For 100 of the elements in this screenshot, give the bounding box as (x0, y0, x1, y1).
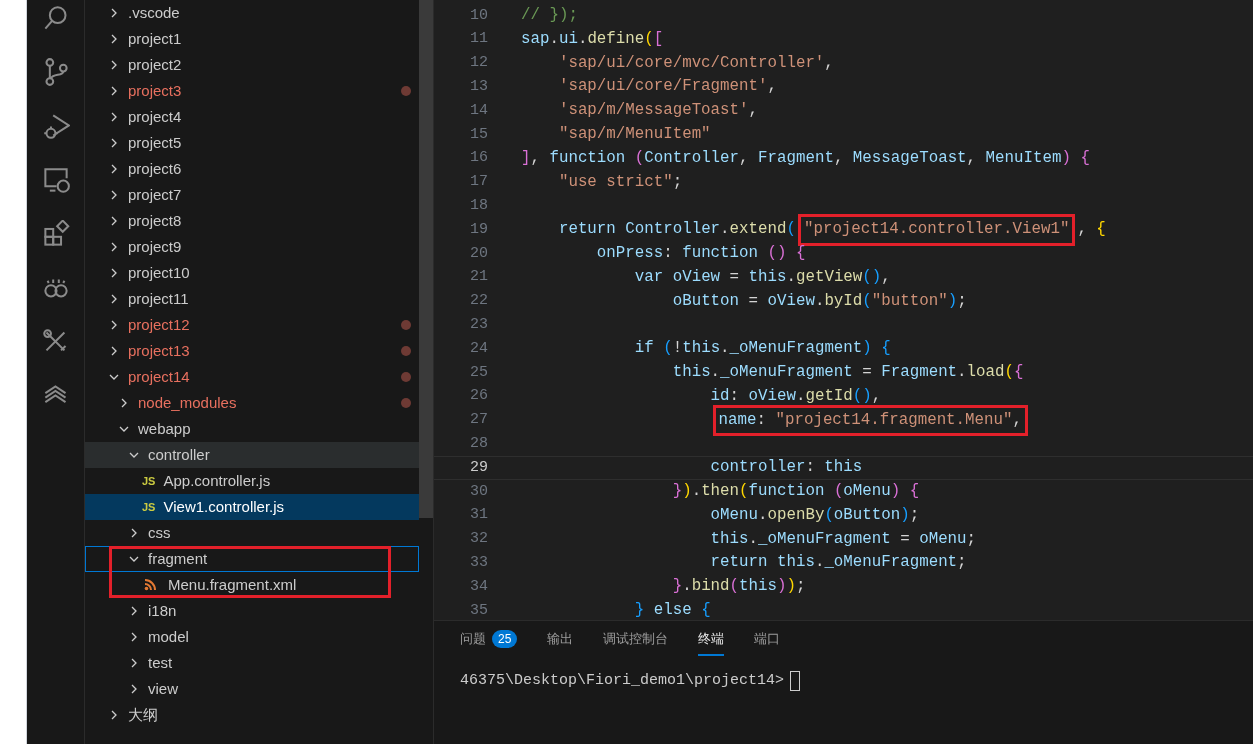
tree-item-label: project3 (128, 80, 182, 101)
panel-tab[interactable]: 问题 25 (460, 629, 518, 656)
folder-row[interactable]: node_modules (85, 390, 419, 416)
code-line: "use strict"; (557, 171, 683, 193)
folder-row[interactable]: project6 (85, 156, 419, 182)
line-number: 20 (469, 243, 488, 264)
folder-row[interactable]: project13 (85, 338, 419, 364)
line-number: 15 (469, 124, 488, 145)
code-line: }).then(function (oMenu) { (671, 481, 920, 502)
remote-explorer-icon[interactable] (41, 166, 70, 194)
folder-row[interactable]: i18n (85, 598, 419, 624)
code-line: var oView = this.getView(), (633, 266, 891, 288)
folder-row[interactable]: view (85, 676, 419, 702)
code-line: ], function (Controller, Fragment, MessageToast, MenuItem) { (521, 147, 1090, 169)
line-number: 26 (469, 386, 488, 407)
tree-item-label: i18n (148, 600, 177, 621)
code-line: oMenu.openBy(oButton); (709, 504, 920, 526)
line-number: 35 (469, 600, 488, 620)
extensions-icon[interactable] (41, 220, 70, 248)
line-number: 27 (469, 410, 488, 431)
code-line: 'sap/ui/core/Fragment', (557, 76, 777, 98)
panel-tab[interactable]: 输出 (547, 629, 574, 656)
tree-item-label: project10 (128, 262, 190, 283)
folder-row[interactable]: project14 (85, 364, 419, 390)
folder-row[interactable]: project11 (85, 286, 419, 312)
panel-tab[interactable]: 调试控制台 (603, 629, 669, 656)
file-row[interactable]: Menu.fragment.xml (85, 572, 419, 598)
folder-row[interactable]: css (85, 520, 419, 546)
code-line: } else { (633, 600, 711, 620)
tree-item-label: controller (148, 444, 210, 465)
line-number: 23 (469, 315, 488, 335)
code-line: this._oMenuFragment = oMenu; (709, 528, 977, 550)
line-number: 16 (469, 148, 488, 169)
line-number: 24 (469, 338, 488, 359)
run-debug-icon[interactable] (41, 112, 70, 140)
line-number: 11 (469, 29, 488, 50)
tree-item-label: fragment (148, 548, 208, 569)
folder-row[interactable]: 大纲 (85, 702, 419, 728)
count-badge: 25 (492, 629, 518, 648)
feed-file-icon (144, 579, 156, 591)
file-row[interactable]: JS View1.controller.js (85, 494, 419, 520)
line-number: 33 (469, 553, 488, 573)
javascript-file-icon: JS (142, 475, 156, 487)
tree-item-label: project13 (128, 340, 190, 361)
code-line: return Controller.extend( (557, 219, 796, 241)
code-line: id: oView.getId(), (709, 385, 882, 407)
highlighted-code: name: "project14.fragment.Menu", (712, 404, 1028, 437)
tree-item-label: App.controller.js (163, 470, 271, 491)
line-number: 34 (469, 576, 488, 597)
tree-item-label: 大纲 (128, 704, 158, 725)
tree-item-label: project4 (128, 106, 182, 127)
tree-item-label: .vscode (128, 2, 180, 23)
code-line: , { (1077, 219, 1106, 241)
folder-row[interactable]: project2 (85, 52, 419, 78)
code-line: this._oMenuFragment = Fragment.load({ (671, 362, 1024, 383)
tree-item-label: node_modules (138, 392, 237, 413)
folder-row[interactable]: .vscode (85, 0, 419, 26)
folder-row[interactable]: project9 (85, 234, 419, 260)
folder-row[interactable]: project8 (85, 208, 419, 234)
code-line: controller: this (709, 457, 863, 479)
file-row[interactable]: JS App.controller.js (85, 468, 419, 494)
folder-row[interactable]: controller (85, 442, 419, 468)
line-number: 28 (469, 434, 488, 454)
tree-item-label: test (148, 652, 173, 673)
tree-item-label: project7 (128, 184, 182, 205)
tree-item-label: project14 (128, 366, 190, 387)
panel-tab[interactable]: 端口 (754, 629, 781, 656)
line-number: 14 (469, 100, 488, 121)
tree-item-label: view (148, 678, 178, 699)
tree-item-label: Menu.fragment.xml (168, 574, 297, 595)
code-line: if (!this._oMenuFragment) { (633, 338, 891, 360)
line-number: 12 (469, 53, 488, 74)
code-line: }.bind(this)); (671, 576, 806, 598)
line-number: 13 (469, 77, 488, 98)
javascript-file-icon: JS (142, 501, 156, 513)
folder-row[interactable]: test (85, 650, 419, 676)
tree-item-label: project5 (128, 132, 182, 153)
code-line: 'sap/m/MessageToast', (557, 100, 758, 122)
folder-row[interactable]: model (85, 624, 419, 650)
folder-row[interactable]: project3 (85, 78, 419, 104)
folder-row[interactable]: webapp (85, 416, 419, 442)
code-line: return this._oMenuFragment; (709, 552, 967, 574)
tree-item-label: project12 (128, 314, 190, 335)
folder-row[interactable]: project10 (85, 260, 419, 286)
line-number: 10 (469, 5, 488, 26)
code-line: "sap/m/MenuItem" (557, 124, 711, 146)
folder-row[interactable]: project4 (85, 104, 419, 130)
panel-tab[interactable]: 终端 (698, 629, 725, 656)
folder-row[interactable]: project1 (85, 26, 419, 52)
code-line: 'sap/ui/core/mvc/Controller', (557, 52, 834, 74)
tree-item-label: project8 (128, 210, 182, 231)
code-line: sap.ui.define([ (521, 28, 664, 50)
scrollbar[interactable] (419, 0, 433, 518)
folder-row[interactable]: project7 (85, 182, 419, 208)
tree-item-label: project2 (128, 54, 182, 75)
folder-row[interactable]: project12 (85, 312, 419, 338)
folder-row[interactable]: fragment (85, 546, 419, 572)
tree-item-label: project11 (128, 288, 189, 309)
tree-item-label: project6 (128, 158, 182, 179)
folder-row[interactable]: project5 (85, 130, 419, 156)
